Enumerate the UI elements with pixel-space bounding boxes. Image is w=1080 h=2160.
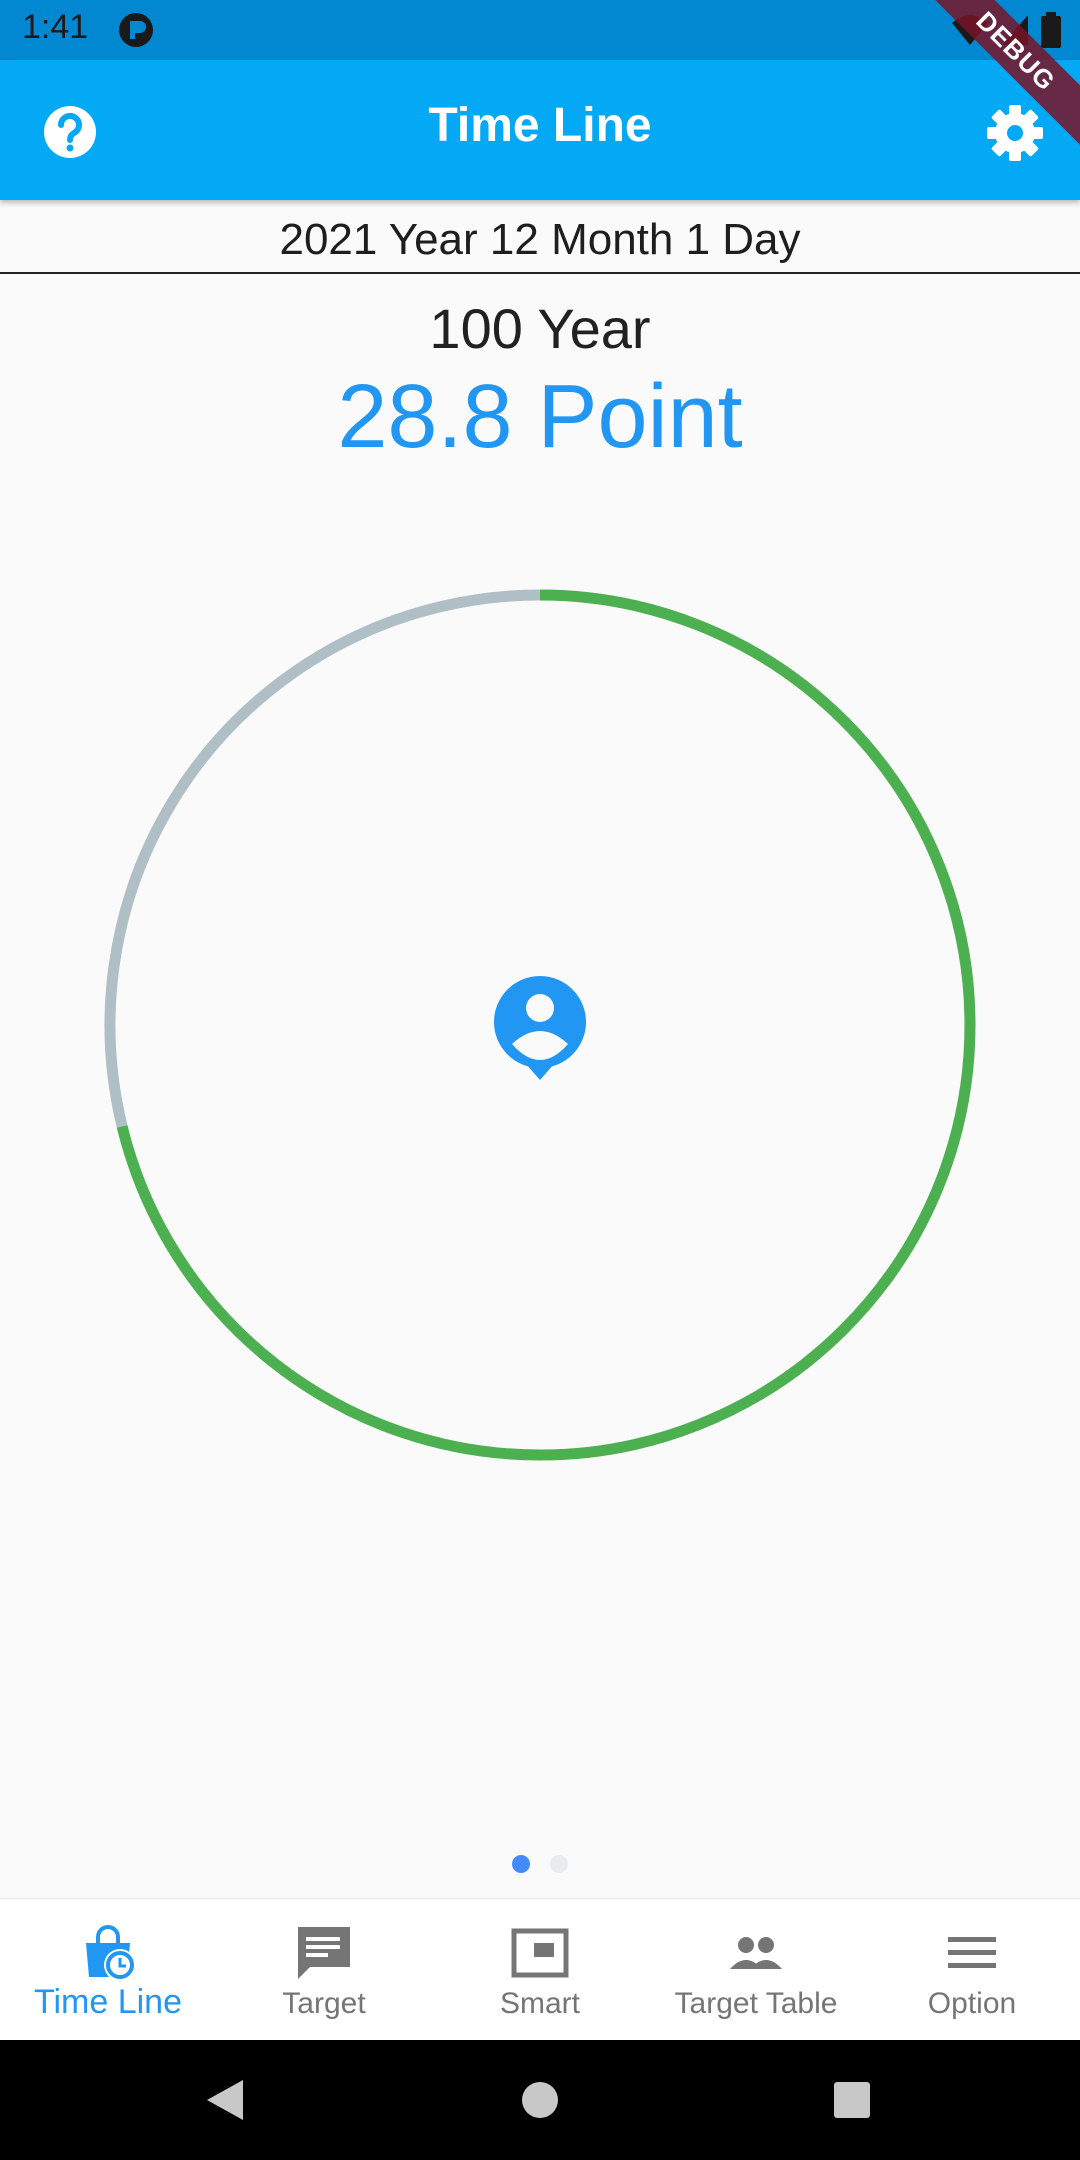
nav-label: Target Table xyxy=(674,1987,838,2020)
battery-icon xyxy=(1041,12,1061,48)
people-icon xyxy=(730,1937,782,1969)
page-dot-1[interactable] xyxy=(512,1855,530,1873)
page-indicator xyxy=(0,1855,1080,1873)
nav-label: Time Line xyxy=(33,1983,183,2021)
nav-label: Option xyxy=(927,1987,1017,2020)
back-button[interactable] xyxy=(165,2040,285,2160)
picture-in-picture-icon xyxy=(511,1928,569,1978)
recents-square-icon xyxy=(834,2082,870,2118)
nav-item-option[interactable]: Option xyxy=(864,1899,1080,2041)
back-triangle-icon xyxy=(207,2080,243,2120)
shopping-bag-clock-icon xyxy=(86,1925,136,1981)
app-notification-icon xyxy=(119,13,153,47)
app-bar: Time Line xyxy=(0,60,1080,200)
nav-item-target[interactable]: Target xyxy=(216,1899,432,2041)
status-time: 1:41 xyxy=(22,8,89,46)
bottom-navigation: Time Line Target Smart Target Table Opti… xyxy=(0,1898,1080,2041)
page-dot-2[interactable] xyxy=(550,1855,568,1873)
nav-label: Smart xyxy=(499,1987,580,2020)
system-navigation-bar xyxy=(0,2040,1080,2160)
date-display: 2021 Year 12 Month 1 Day xyxy=(0,200,1080,274)
home-button[interactable] xyxy=(480,2040,600,2160)
points-label: 28.8 Point xyxy=(337,367,743,467)
nav-label: Target xyxy=(282,1987,366,2020)
status-bar: 1:41 xyxy=(0,0,1080,60)
recents-button[interactable] xyxy=(792,2040,912,2160)
message-icon xyxy=(298,1927,350,1979)
home-circle-icon xyxy=(522,2082,558,2118)
nav-item-target-table[interactable]: Target Table xyxy=(648,1899,864,2041)
lifespan-label: 100 Year xyxy=(429,297,651,360)
menu-icon xyxy=(948,1937,996,1968)
gear-icon[interactable] xyxy=(984,102,1046,164)
person-pin-icon xyxy=(494,976,586,1080)
nav-item-time-line[interactable]: Time Line xyxy=(0,1899,216,2041)
page-title: Time Line xyxy=(428,99,652,152)
nav-item-smart[interactable]: Smart xyxy=(432,1899,648,2041)
